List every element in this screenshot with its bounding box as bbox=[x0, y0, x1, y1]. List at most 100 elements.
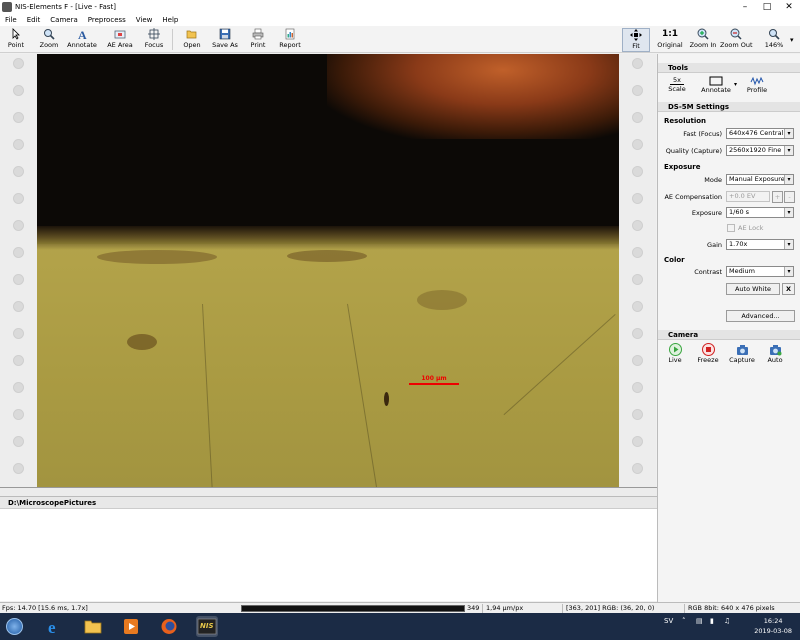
capture-button[interactable]: Capture bbox=[728, 343, 756, 364]
menu-edit[interactable]: Edit bbox=[22, 14, 46, 26]
zoom-in-icon bbox=[697, 28, 709, 40]
scale-icon: 5x bbox=[670, 76, 684, 85]
scale-tool[interactable]: 5x Scale bbox=[666, 76, 688, 93]
profile-tool[interactable]: Profile bbox=[744, 76, 770, 94]
watermark-logo-icon bbox=[13, 58, 24, 69]
minimize-icon[interactable]: – bbox=[734, 0, 756, 14]
rectangle-icon bbox=[709, 76, 723, 86]
windows-taskbar: e NIS SV ˄ ▤ ▮ ♫ 16:24 2019-03-08 bbox=[0, 613, 800, 640]
internet-explorer-icon[interactable]: e bbox=[44, 616, 66, 637]
watermark-logo-icon bbox=[13, 382, 24, 393]
point-label: Point bbox=[7, 41, 25, 49]
panel-splitter[interactable] bbox=[0, 488, 657, 497]
ae-area-label: AE Area bbox=[107, 41, 133, 49]
watermark-logo-icon bbox=[632, 58, 643, 69]
zoom-in-button[interactable]: Zoom In bbox=[688, 28, 718, 52]
mode-select[interactable]: Manual Exposure ▾ bbox=[726, 174, 794, 185]
title-bar: NIS-Elements F - [Live - Fast] – □ ✕ bbox=[0, 0, 800, 14]
print-button[interactable]: Print bbox=[248, 28, 268, 52]
zoom-out-label: Zoom Out bbox=[720, 41, 753, 49]
network-icon[interactable]: ▤ bbox=[696, 617, 703, 625]
chevron-down-icon: ▾ bbox=[784, 267, 793, 276]
auto-white-button[interactable]: Auto White bbox=[726, 283, 780, 295]
profile-tool-label: Profile bbox=[746, 86, 768, 94]
focus-button[interactable]: Focus bbox=[142, 28, 166, 52]
maximize-icon[interactable]: □ bbox=[756, 0, 778, 14]
watermark-logo-icon bbox=[13, 220, 24, 231]
zoom-button[interactable]: Zoom bbox=[36, 28, 62, 52]
exposure-time-value: 1/60 s bbox=[729, 208, 750, 216]
fast-focus-select[interactable]: 640x476 Central ▾ bbox=[726, 128, 794, 139]
fit-button[interactable]: Fit bbox=[622, 28, 650, 52]
gain-select[interactable]: 1.70x ▾ bbox=[726, 239, 794, 250]
advanced-button[interactable]: Advanced... bbox=[726, 310, 795, 322]
file-explorer-icon[interactable] bbox=[82, 616, 104, 637]
image-spot bbox=[287, 250, 367, 262]
menu-file[interactable]: File bbox=[0, 14, 22, 26]
annotate-button[interactable]: A Annotate bbox=[66, 28, 98, 52]
frame-count: 349 bbox=[467, 604, 480, 612]
quality-capture-select[interactable]: 2560x1920 Fine ▾ bbox=[726, 145, 794, 156]
fit-label: Fit bbox=[632, 42, 640, 50]
watermark-logo-icon bbox=[632, 274, 643, 285]
live-image-view[interactable]: 100 µm bbox=[37, 54, 619, 487]
system-clock[interactable]: 16:24 2019-03-08 bbox=[754, 616, 792, 636]
gain-value: 1.70x bbox=[729, 240, 748, 248]
freeze-label: Freeze bbox=[697, 356, 719, 364]
report-icon bbox=[285, 28, 295, 40]
firefox-icon[interactable] bbox=[158, 616, 180, 637]
watermark-logo-icon bbox=[632, 85, 643, 96]
watermark-logo-icon bbox=[632, 328, 643, 339]
auto-white-reset-button[interactable]: X bbox=[782, 283, 795, 295]
report-label: Report bbox=[279, 41, 301, 49]
left-watermark-strip bbox=[0, 54, 37, 487]
image-format: RGB 8bit: 640 x 476 pixels bbox=[688, 604, 775, 612]
watermark-logo-icon bbox=[632, 409, 643, 420]
point-button[interactable]: Point bbox=[4, 28, 28, 52]
live-button[interactable]: Live bbox=[666, 343, 684, 364]
fast-focus-label: Fast (Focus) bbox=[683, 130, 722, 138]
watermark-logo-icon bbox=[13, 409, 24, 420]
watermark-logo-icon bbox=[13, 355, 24, 366]
open-button[interactable]: Open bbox=[180, 28, 204, 52]
scale-tool-label: Scale bbox=[668, 85, 686, 93]
zoom-level-dropdown[interactable]: 146% bbox=[760, 28, 788, 52]
clock-time: 16:24 bbox=[763, 617, 783, 625]
volume-icon[interactable]: ♫ bbox=[724, 617, 730, 625]
chevron-down-icon[interactable]: ▾ bbox=[734, 81, 737, 88]
zoom-out-button[interactable]: Zoom Out bbox=[720, 28, 753, 52]
annotate-tool[interactable]: Annotate bbox=[698, 76, 734, 94]
nis-elements-taskbar-icon[interactable]: NIS bbox=[196, 616, 218, 637]
save-as-button[interactable]: Save As bbox=[210, 28, 240, 52]
watermark-logo-icon bbox=[632, 166, 643, 177]
menu-view[interactable]: View bbox=[131, 14, 158, 26]
freeze-button[interactable]: Freeze bbox=[696, 343, 720, 364]
language-indicator[interactable]: SV bbox=[664, 617, 673, 625]
battery-icon[interactable]: ▮ bbox=[710, 617, 714, 625]
report-button[interactable]: Report bbox=[278, 28, 302, 52]
menu-camera[interactable]: Camera bbox=[45, 14, 82, 26]
mode-label: Mode bbox=[704, 176, 722, 184]
image-spot bbox=[417, 290, 467, 310]
svg-text:e: e bbox=[48, 618, 56, 637]
auto-capture-button[interactable]: Auto bbox=[764, 343, 786, 364]
media-player-icon[interactable] bbox=[120, 616, 142, 637]
contrast-select[interactable]: Medium ▾ bbox=[726, 266, 794, 277]
one-to-one-icon: 1:1 bbox=[661, 29, 679, 39]
chevron-up-icon[interactable]: ˄ bbox=[682, 617, 686, 625]
watermark-logo-icon bbox=[13, 112, 24, 123]
pointer-icon bbox=[12, 28, 20, 40]
watermark-logo-icon bbox=[13, 85, 24, 96]
image-edge-region bbox=[37, 226, 619, 250]
exposure-section-title: Exposure bbox=[664, 163, 701, 171]
clock-date: 2019-03-08 bbox=[754, 627, 792, 635]
save-disk-icon bbox=[219, 28, 231, 40]
menu-preprocess[interactable]: Preprocess bbox=[83, 14, 131, 26]
exposure-time-select[interactable]: 1/60 s ▾ bbox=[726, 207, 794, 218]
chevron-down-icon[interactable]: ▾ bbox=[790, 36, 794, 44]
original-size-button[interactable]: 1:1 Original bbox=[656, 28, 684, 52]
menu-help[interactable]: Help bbox=[157, 14, 183, 26]
ae-area-button[interactable]: AE Area bbox=[106, 28, 134, 52]
close-icon[interactable]: ✕ bbox=[778, 0, 800, 14]
start-button[interactable] bbox=[6, 618, 23, 635]
